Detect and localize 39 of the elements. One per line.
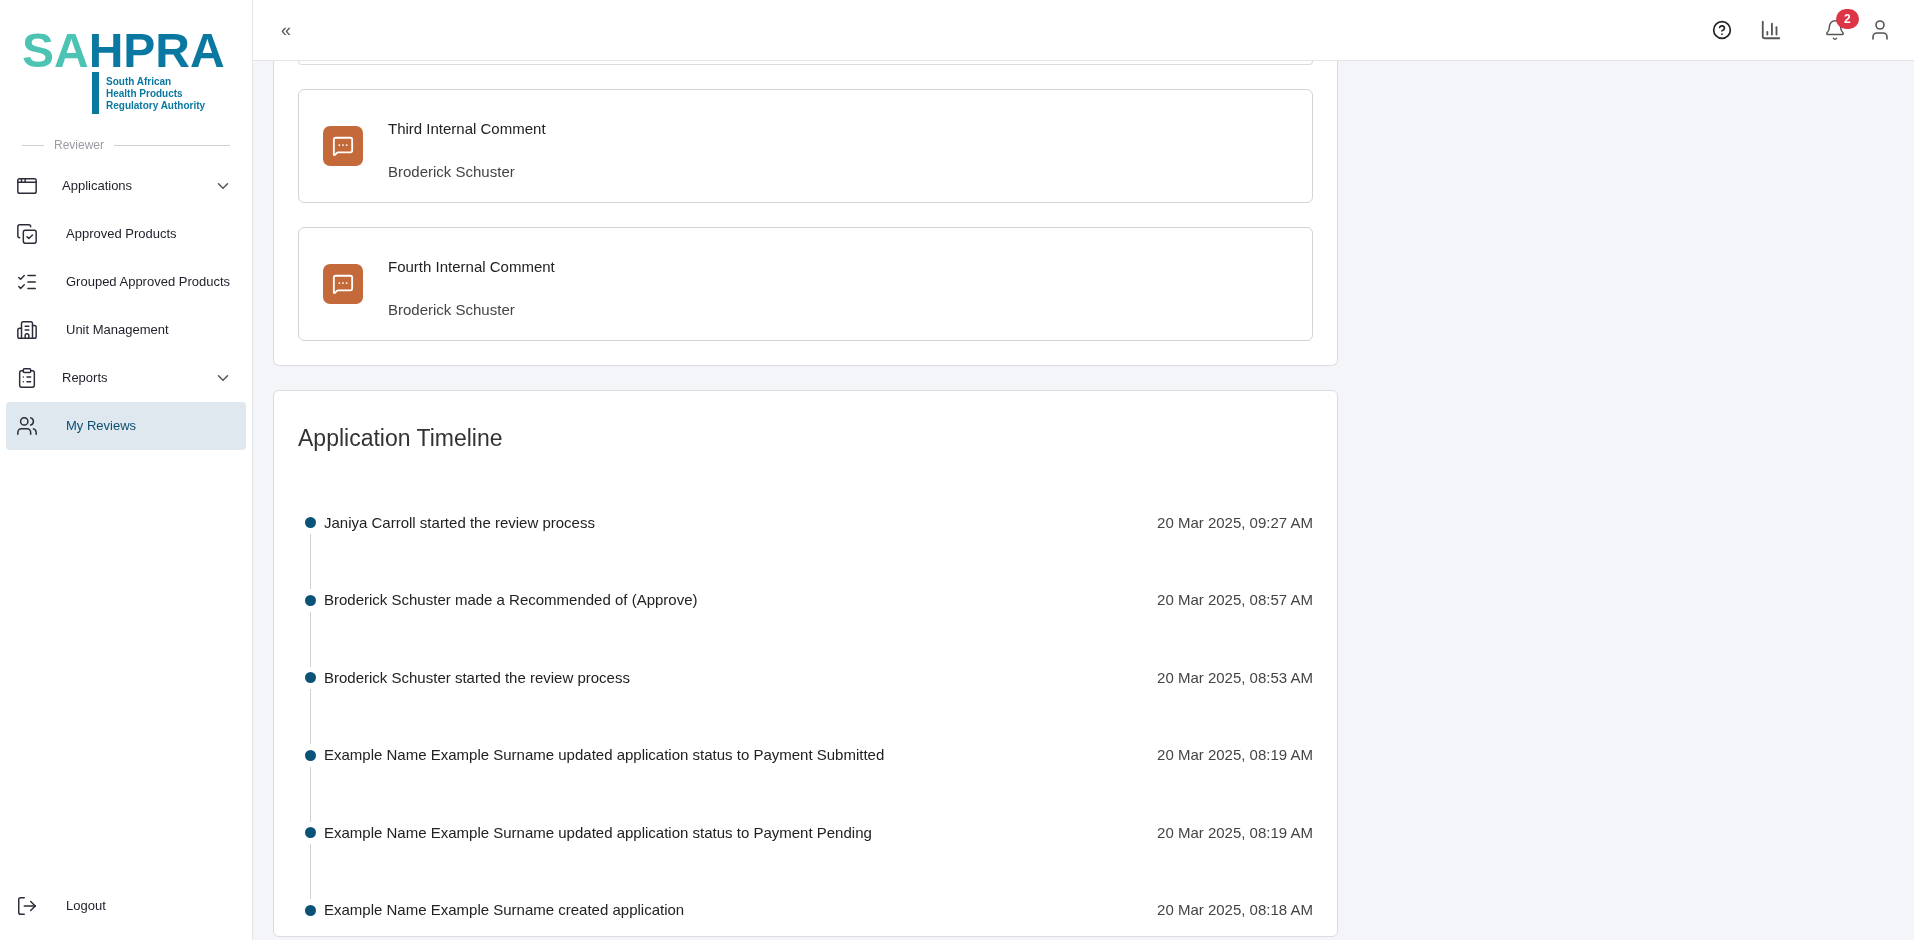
building-icon (16, 319, 38, 341)
logo: SAHPRA South African Health Products Regulatory Authority (22, 26, 225, 114)
timeline-time: 20 Mar 2025, 08:18 AM (1157, 900, 1313, 920)
sidebar-item[interactable]: Applications (6, 162, 246, 210)
users-icon (16, 415, 38, 437)
timeline-time: 20 Mar 2025, 08:57 AM (1157, 590, 1313, 610)
clipboard-icon (16, 367, 38, 389)
timeline-event: Example Name Example Surname created application (324, 900, 686, 920)
comment-author: Broderick Schuster (388, 299, 516, 320)
timeline-event: Broderick Schuster made a Recommended of (Approve) (324, 590, 699, 610)
timeline-time: 20 Mar 2025, 08:19 AM (1157, 745, 1313, 765)
timeline-time: 20 Mar 2025, 09:27 AM (1157, 512, 1313, 533)
timeline-event: Janiya Carroll started the review process (324, 512, 596, 533)
help-icon[interactable] (1712, 20, 1732, 40)
sidebar-item[interactable]: Grouped Approved Products (6, 258, 246, 306)
timeline-title: Application Timeline (298, 424, 504, 453)
timeline-time: 20 Mar 2025, 08:19 AM (1157, 822, 1313, 843)
section-label: Reviewer (54, 137, 104, 154)
sidebar-item[interactable]: Unit Management (6, 306, 246, 354)
chart-icon[interactable] (1760, 19, 1782, 41)
notification-badge: 2 (1836, 9, 1859, 29)
comment-author: Broderick Schuster (388, 161, 516, 182)
logout-icon (16, 895, 38, 917)
checked-copy-icon (16, 223, 38, 245)
comment-icon (323, 264, 363, 304)
sidebar-item[interactable]: Approved Products (6, 210, 246, 258)
sidebar-item[interactable]: My Reviews (6, 402, 246, 450)
timeline-event: Broderick Schuster started the review process (324, 667, 631, 688)
timeline-event: Example Name Example Surname updated application status to Payment Submitted (324, 745, 886, 765)
logout-item[interactable]: Logout (6, 886, 246, 926)
window-icon (16, 175, 38, 197)
comment-icon (323, 126, 363, 166)
bell-icon[interactable] (1824, 19, 1846, 41)
timeline-event: Example Name Example Surname updated application status to Payment Pending (324, 822, 873, 843)
comment-title: Fourth Internal Comment (388, 257, 555, 277)
collapse-button[interactable]: « (281, 16, 291, 44)
timeline-time: 20 Mar 2025, 08:53 AM (1157, 667, 1313, 688)
sidebar-item[interactable]: Reports (6, 354, 246, 402)
comment-title: Third Internal Comment (388, 119, 546, 139)
